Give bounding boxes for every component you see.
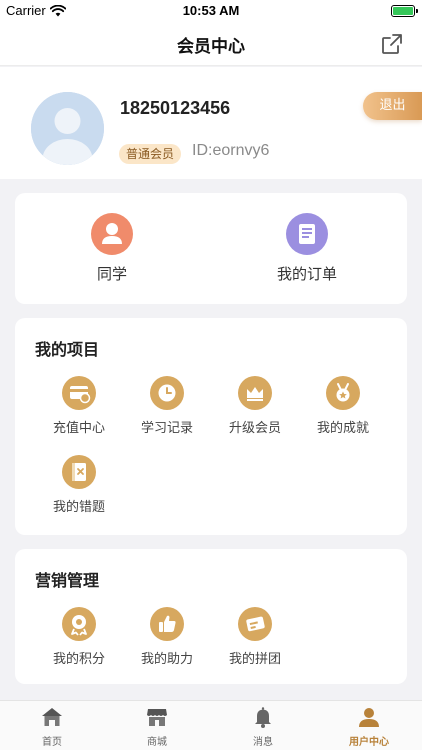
bell-icon	[251, 705, 275, 729]
order-list-icon	[286, 213, 328, 255]
study-record-button[interactable]: 学习记录	[127, 376, 207, 436]
tab-messages[interactable]: 消息	[218, 705, 308, 748]
my-points-button[interactable]: 我的积分	[39, 607, 119, 667]
grid-label: 我的积分	[52, 652, 105, 667]
battery-icon	[391, 5, 418, 17]
avatar[interactable]	[31, 92, 104, 165]
grid-label: 充值中心	[52, 421, 105, 436]
error-book-icon	[62, 455, 96, 489]
home-icon	[40, 705, 64, 729]
tab-home[interactable]: 首页	[7, 705, 97, 748]
clock: 10:53 AM	[182, 3, 240, 18]
tab-label: 商城	[147, 737, 167, 748]
tab-label: 用户中心	[349, 737, 389, 748]
group-ticket-icon	[238, 607, 272, 641]
my-projects-card: 我的项目 充值中心 学习记录 升级会员 我的成就 我的错题	[15, 318, 407, 535]
points-icon	[62, 607, 96, 641]
my-orders-button[interactable]: 我的订单	[247, 213, 367, 284]
my-group-buy-button[interactable]: 我的拼团	[215, 607, 295, 667]
user-id: ID:eornvy6	[192, 142, 270, 159]
my-mistakes-button[interactable]: 我的错题	[39, 455, 119, 515]
grid-label: 我的拼团	[228, 652, 281, 667]
grid-label: 我的助力	[140, 652, 193, 667]
member-level-badge: 普通会员	[119, 144, 182, 164]
tab-label: 消息	[253, 737, 273, 748]
section-title: 我的项目	[35, 340, 100, 359]
status-bar: Carrier 10:53 AM	[0, 0, 422, 22]
tab-bar: 首页 商城 消息 用户中心	[0, 700, 422, 750]
clock-icon	[150, 376, 184, 410]
crown-icon	[238, 376, 272, 410]
recharge-center-button[interactable]: 充值中心	[39, 376, 119, 436]
quick-label: 我的订单	[276, 265, 337, 283]
default-avatar-icon	[31, 92, 104, 165]
tab-shop[interactable]: 商城	[112, 705, 202, 748]
profile-header: 18250123456 普通会员 ID:eornvy6 退出	[0, 67, 422, 179]
marketing-card: 营销管理 我的积分 我的助力 我的拼团	[15, 549, 407, 684]
section-title: 营销管理	[35, 571, 100, 590]
shop-icon	[145, 705, 169, 729]
my-assist-button[interactable]: 我的助力	[127, 607, 207, 667]
grid-label: 我的错题	[52, 500, 105, 515]
tab-user-center[interactable]: 用户中心	[324, 705, 414, 748]
grid-label: 升级会员	[228, 421, 281, 436]
user-phone: 18250123456	[120, 98, 231, 118]
my-achievement-button[interactable]: 我的成就	[303, 376, 383, 436]
recharge-card-icon	[62, 376, 96, 410]
tab-label: 首页	[42, 737, 62, 748]
grid-label: 我的成就	[316, 421, 369, 436]
thumbs-up-icon	[150, 607, 184, 641]
share-icon	[382, 34, 402, 54]
user-icon	[357, 705, 381, 729]
quick-label: 同学	[96, 265, 127, 283]
page-title: 会员中心	[177, 37, 245, 57]
upgrade-member-button[interactable]: 升级会员	[215, 376, 295, 436]
quick-actions-card: 同学 我的订单	[15, 193, 407, 304]
share-button[interactable]	[381, 33, 403, 55]
medal-icon	[326, 376, 360, 410]
classmates-button[interactable]: 同学	[52, 213, 172, 284]
grid-label: 学习记录	[140, 421, 193, 436]
classmate-icon	[91, 213, 133, 255]
logout-button[interactable]: 退出	[363, 92, 422, 120]
nav-bar: 会员中心	[0, 22, 422, 66]
